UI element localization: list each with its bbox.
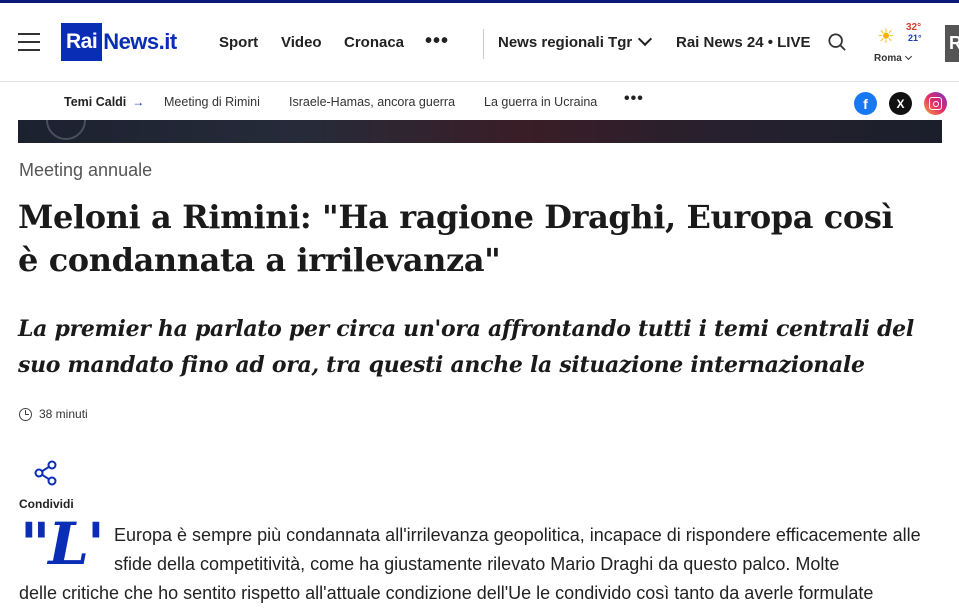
hot-topics-bar: Temi Caldi → Meeting di Rimini Israele-Ha… (0, 82, 959, 120)
weather-widget[interactable]: ☀ 32° 21° Roma (874, 22, 930, 71)
rainews-logo[interactable]: Rai News.it (61, 23, 177, 61)
topic-israele-hamas[interactable]: Israele-Hamas, ancora guerra (289, 95, 455, 109)
rai-logo-button[interactable]: R (945, 25, 959, 62)
x-icon[interactable]: X (889, 92, 912, 115)
hot-topics-label[interactable]: Temi Caldi → (64, 95, 144, 109)
weather-city: Roma (874, 52, 912, 64)
chevron-down-icon (904, 52, 912, 61)
instagram-icon[interactable] (924, 92, 947, 115)
hero-image (18, 120, 942, 143)
facebook-icon[interactable]: f (854, 92, 877, 115)
temp-high: 32° (906, 22, 922, 33)
nav-more-button[interactable]: ••• (425, 30, 449, 53)
time-label: 38 minuti (39, 407, 88, 421)
regional-news-label: News regionali Tgr (498, 34, 633, 51)
nav-cronaca[interactable]: Cronaca (344, 34, 404, 51)
nav-video[interactable]: Video (281, 34, 322, 51)
nav-sport[interactable]: Sport (219, 34, 258, 51)
topics-more-button[interactable]: ••• (624, 90, 644, 108)
logo-rai: Rai (61, 23, 103, 61)
drop-cap: "L' (20, 510, 105, 578)
article-subtitle: La premier ha parlato per circa un'ora a… (18, 316, 914, 378)
topic-meeting-rimini[interactable]: Meeting di Rimini (164, 95, 260, 109)
arrow-right-icon: → (132, 95, 145, 109)
temp-low: 21° (908, 33, 922, 43)
logo-news: News.it (103, 29, 177, 54)
nav-divider (483, 29, 484, 59)
rainews24-live-link[interactable]: Rai News 24 • LIVE (676, 34, 810, 51)
topic-ucraina[interactable]: La guerra in Ucraina (484, 95, 597, 109)
sun-icon: ☀ (877, 26, 895, 48)
chevron-down-icon (638, 31, 653, 47)
article-body-paragraph: Europa è sempre più condannata all'irril… (114, 525, 921, 574)
regional-news-dropdown[interactable]: News regionali Tgr (498, 31, 653, 51)
search-icon[interactable] (828, 33, 846, 51)
article-kicker[interactable]: Meeting annuale (19, 160, 152, 181)
share-icon (34, 460, 57, 486)
clock-icon (19, 407, 32, 421)
article-title: Meloni a Rimini: "Ha ragione Draghi, Eur… (18, 198, 894, 279)
site-header: Rai News.it Sport Video Cronaca ••• News… (0, 3, 959, 82)
menu-icon[interactable] (18, 33, 40, 51)
publish-time: 38 minuti (19, 407, 88, 421)
